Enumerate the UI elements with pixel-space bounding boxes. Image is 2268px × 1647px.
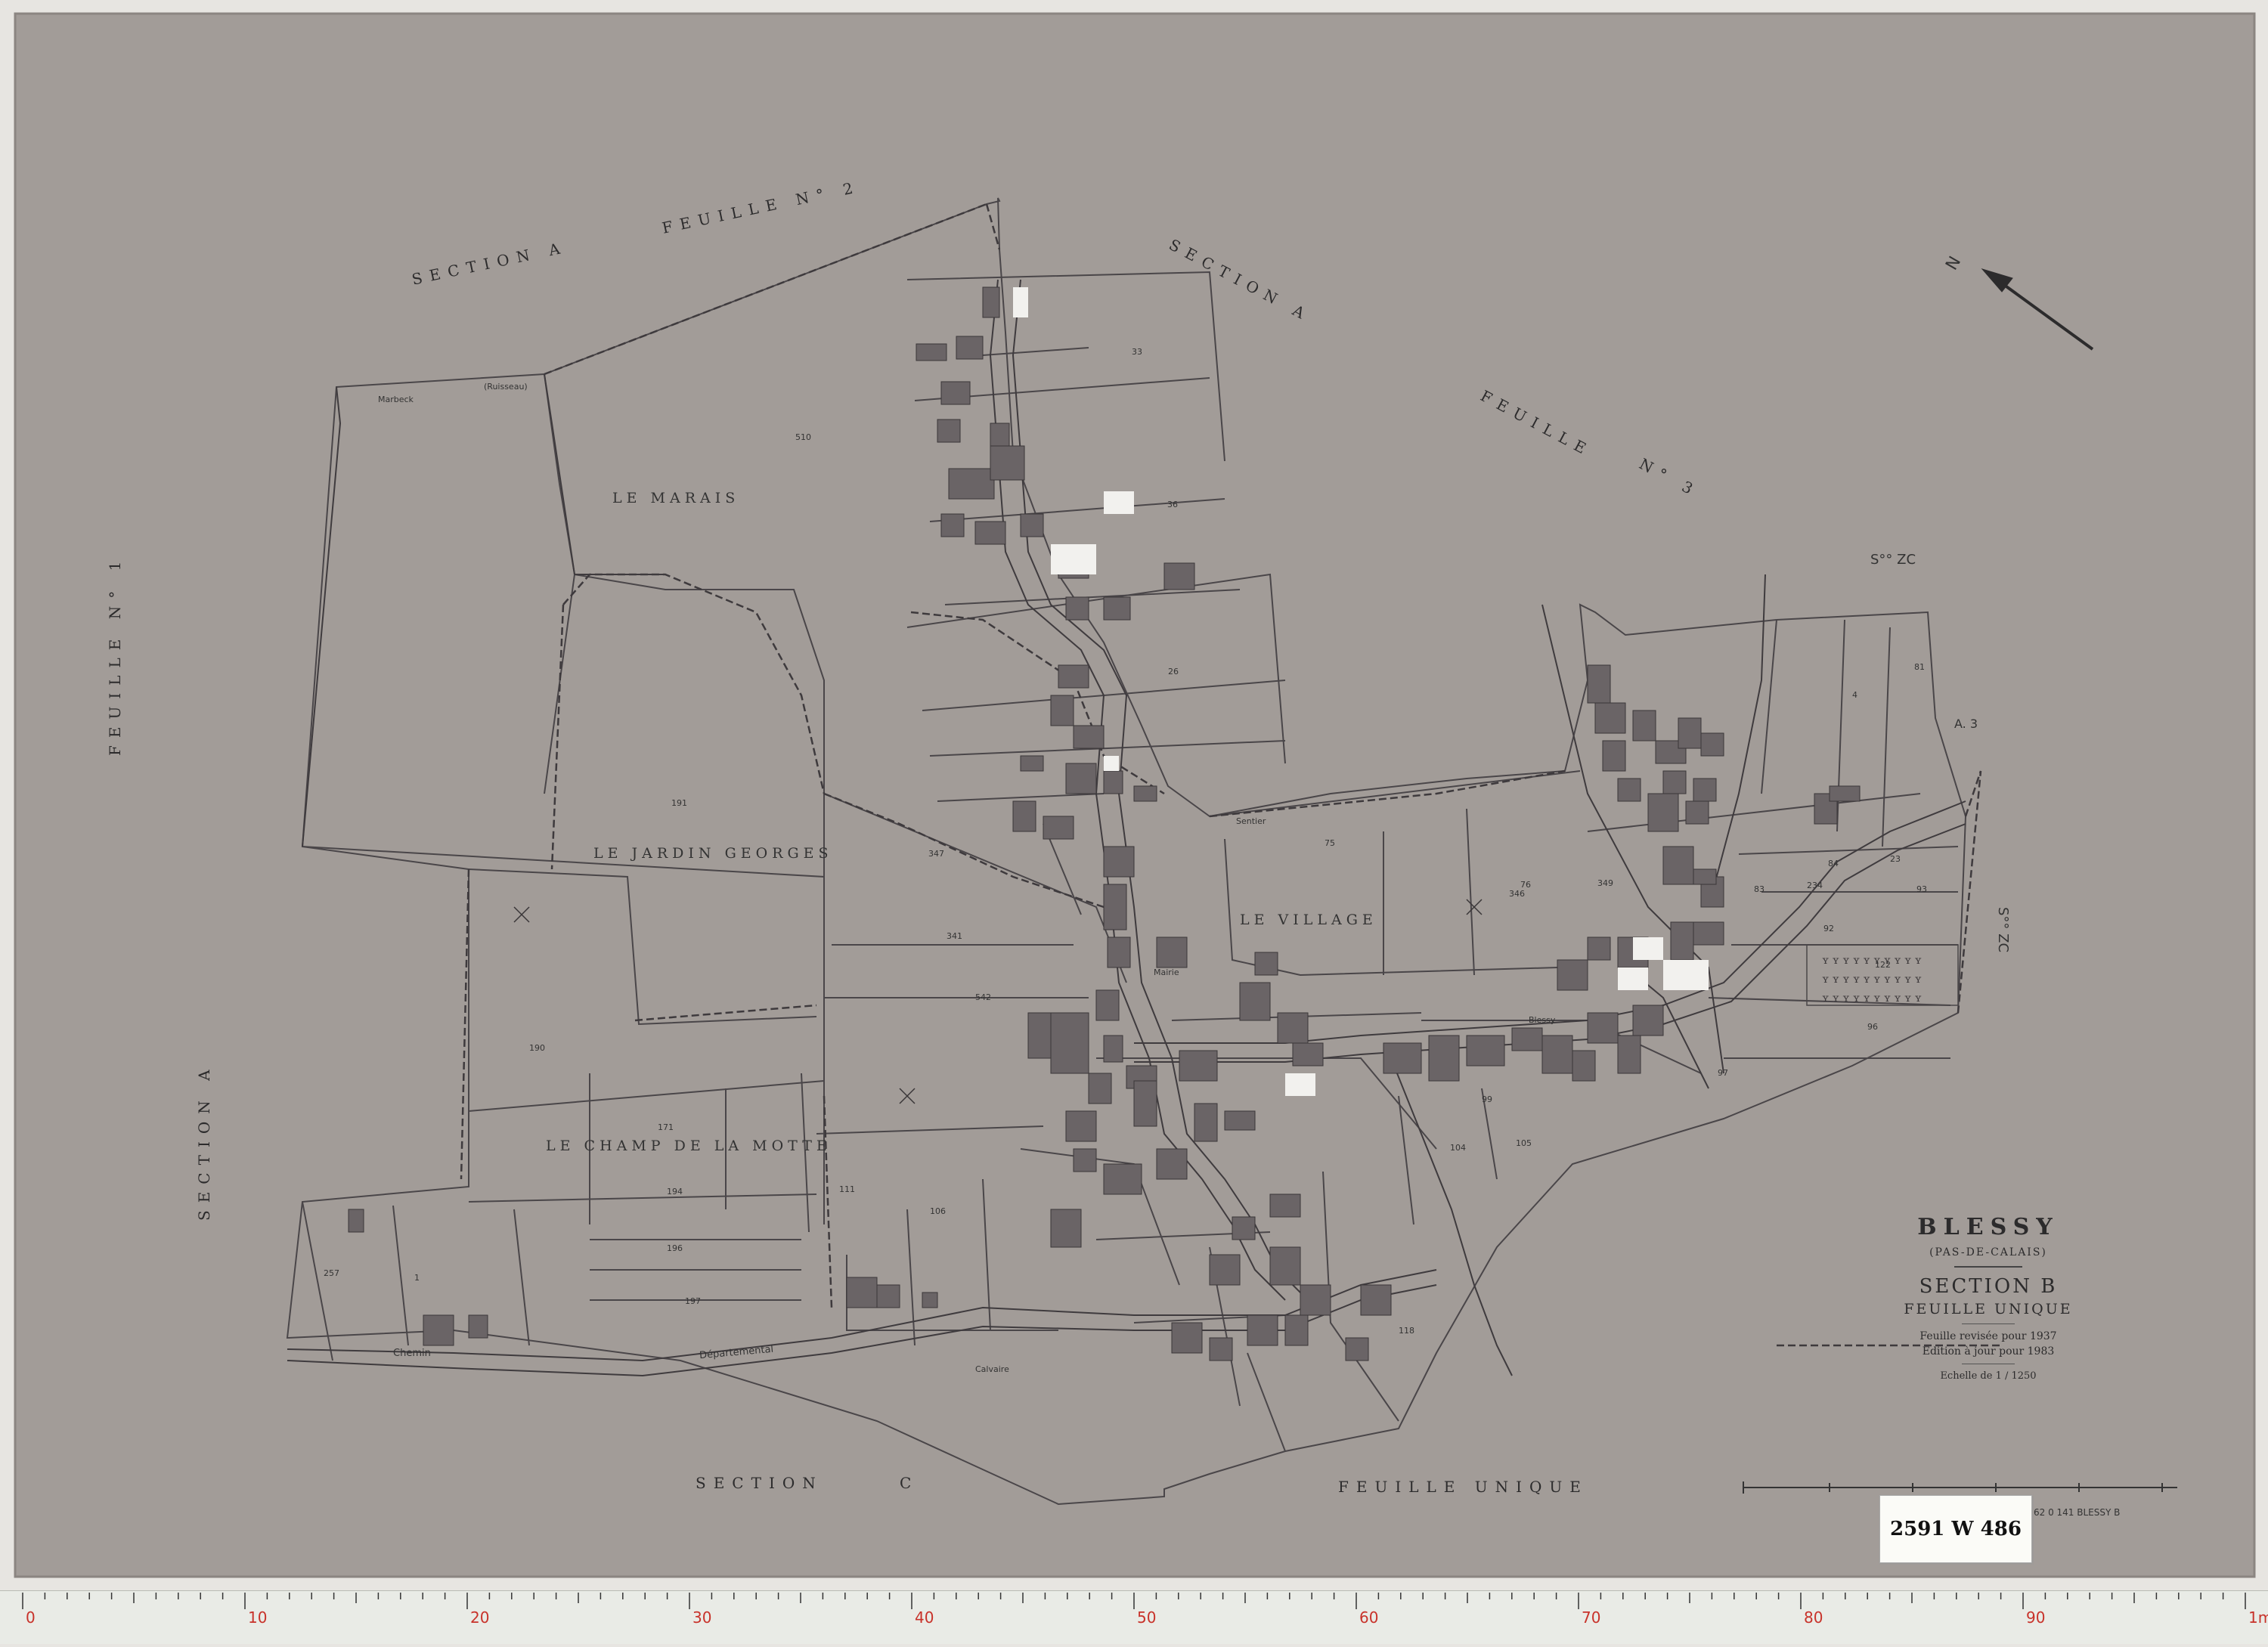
svg-text:ʏ ʏ ʏ ʏ ʏ ʏ ʏ ʏ ʏ ʏ: ʏ ʏ ʏ ʏ ʏ ʏ ʏ ʏ ʏ ʏ (1822, 974, 1922, 986)
ruler-label: 0 (26, 1608, 36, 1627)
parcel-number: 194 (667, 1187, 683, 1197)
department-name: (PAS-DE-CALAIS) (1929, 1246, 2047, 1258)
title-divider (1954, 1266, 2022, 1268)
parcel-number: 510 (795, 432, 811, 442)
parcel-number: 111 (839, 1184, 855, 1194)
parcel-number: 75 (1325, 838, 1335, 848)
parcel-number: 234 (1807, 881, 1823, 890)
parcel-number: 122 (1875, 960, 1891, 970)
parcel-number: 341 (947, 931, 962, 941)
cadastral-map-sheet: ʏ ʏ ʏ ʏ ʏ ʏ ʏ ʏ ʏ ʏ ʏ ʏ ʏ ʏ ʏ ʏ ʏ ʏ ʏ ʏ … (0, 0, 2268, 1644)
edition-note: Edition à jour pour 1983 (1922, 1345, 2055, 1358)
parcel-number: 118 (1399, 1326, 1414, 1336)
ruler-label: 90 (2026, 1608, 2045, 1627)
ruler-label: 10 (248, 1608, 267, 1627)
label-feuille-1: FEUILLE N° 1 (106, 553, 124, 756)
parcel-number: 257 (324, 1268, 339, 1278)
parcel-number: 542 (975, 992, 991, 1002)
ruler-label: 40 (915, 1608, 934, 1627)
parcel-number: 346 (1509, 889, 1525, 899)
section-title: SECTION B (1919, 1275, 2058, 1298)
lieu-dit-le-champ-de-la-motte: LE CHAMP DE LA MOTTE (546, 1138, 832, 1154)
footer-ref: 62 0 141 BLESSY B (2034, 1507, 2121, 1518)
parcel-number: 96 (1867, 1022, 1878, 1032)
label-section-a-w: SECTION A (195, 1062, 213, 1221)
ruler-label: 20 (470, 1608, 489, 1627)
label-feuille-unique-bottom: FEUILLE UNIQUE (1338, 1478, 1588, 1496)
ruler-label: 30 (692, 1608, 711, 1627)
parcel-number: 196 (667, 1243, 683, 1253)
archive-label: 2591 W 486 (1879, 1495, 2032, 1563)
parcel-number: 33 (1132, 347, 1142, 357)
road-label-chemin: Chemin (393, 1348, 431, 1359)
ruler-label: 1m (2248, 1608, 2268, 1627)
parcel-number: 36 (1167, 500, 1178, 509)
lieu-dit-le-village: LE VILLAGE (1240, 912, 1377, 928)
parcel-number: 347 (928, 849, 944, 859)
title-divider-small (1962, 1323, 2015, 1324)
parcel-number: 1 (414, 1273, 420, 1283)
parcel-number: 171 (658, 1122, 674, 1132)
parcel-number: 190 (529, 1043, 545, 1053)
parcel-number: 197 (685, 1296, 701, 1306)
parcel-number: 106 (930, 1206, 946, 1216)
svg-text:ʏ ʏ ʏ ʏ ʏ ʏ ʏ ʏ ʏ ʏ: ʏ ʏ ʏ ʏ ʏ ʏ ʏ ʏ ʏ ʏ (1822, 992, 1922, 1005)
parcel-number: 93 (1916, 884, 1927, 894)
town-name: BLESSY (1917, 1214, 2059, 1240)
title-cartouche: BLESSY (PAS-DE-CALAIS) SECTION B FEUILLE… (1890, 1209, 2087, 1382)
lieu-dit-le-jardin-georges: LE JARDIN GEORGES (593, 845, 833, 862)
scale-note: Echelle de 1 / 1250 (1940, 1370, 2037, 1382)
label-szc-1: S°° ZC (1870, 552, 1916, 568)
road-label-ruisseau: (Ruisseau) (484, 382, 528, 392)
ruler-label: 80 (1804, 1608, 1823, 1627)
parcel-number: 97 (1718, 1068, 1728, 1078)
ruler-label: 50 (1137, 1608, 1156, 1627)
parcel-number: 99 (1482, 1094, 1492, 1104)
road-label-calvaire: Calvaire (975, 1364, 1009, 1374)
road-label-marbeck: Marbeck (378, 395, 414, 404)
label-c: C (900, 1474, 919, 1492)
parcel-number: 104 (1450, 1143, 1466, 1153)
map-drawing: ʏ ʏ ʏ ʏ ʏ ʏ ʏ ʏ ʏ ʏ ʏ ʏ ʏ ʏ ʏ ʏ ʏ ʏ ʏ ʏ … (14, 12, 2256, 1578)
label-a3: A. 3 (1954, 717, 1978, 731)
parcel-number: 84 (1828, 859, 1839, 868)
parcel-number: 23 (1890, 854, 1901, 864)
parcel-number: 191 (671, 798, 687, 808)
sheet-title: FEUILLE UNIQUE (1904, 1301, 2073, 1317)
road-label-mairie: Mairie (1154, 967, 1179, 977)
measuring-ruler: 0 10 20 30 40 50 60 70 80 90 1m (0, 1590, 2268, 1644)
revision-note: Feuille revisée pour 1937 (1919, 1330, 2057, 1342)
label-section-c: SECTION (696, 1474, 823, 1492)
ruler-label: 70 (1582, 1608, 1600, 1627)
svg-text:ʏ ʏ ʏ ʏ ʏ ʏ ʏ ʏ ʏ ʏ: ʏ ʏ ʏ ʏ ʏ ʏ ʏ ʏ ʏ ʏ (1822, 955, 1922, 967)
road-label-blessy: Blessy (1529, 1015, 1556, 1025)
parcel-number: 26 (1168, 667, 1179, 676)
lieu-dit-le-marais: LE MARAIS (612, 490, 740, 506)
road-label-sentier: Sentier (1236, 816, 1266, 826)
ruler-label: 60 (1359, 1608, 1378, 1627)
parcel-number: 4 (1852, 690, 1857, 700)
parcel-number: 92 (1823, 924, 1834, 933)
parcel-number: 83 (1754, 884, 1765, 894)
parcel-number: 81 (1914, 662, 1925, 672)
parcel-number: 349 (1597, 878, 1613, 888)
parcel-number: 105 (1516, 1138, 1532, 1148)
label-szc-2: S°° ZC (1995, 907, 2011, 953)
ruler-scale: 0 10 20 30 40 50 60 70 80 90 1m (22, 1593, 2268, 1627)
